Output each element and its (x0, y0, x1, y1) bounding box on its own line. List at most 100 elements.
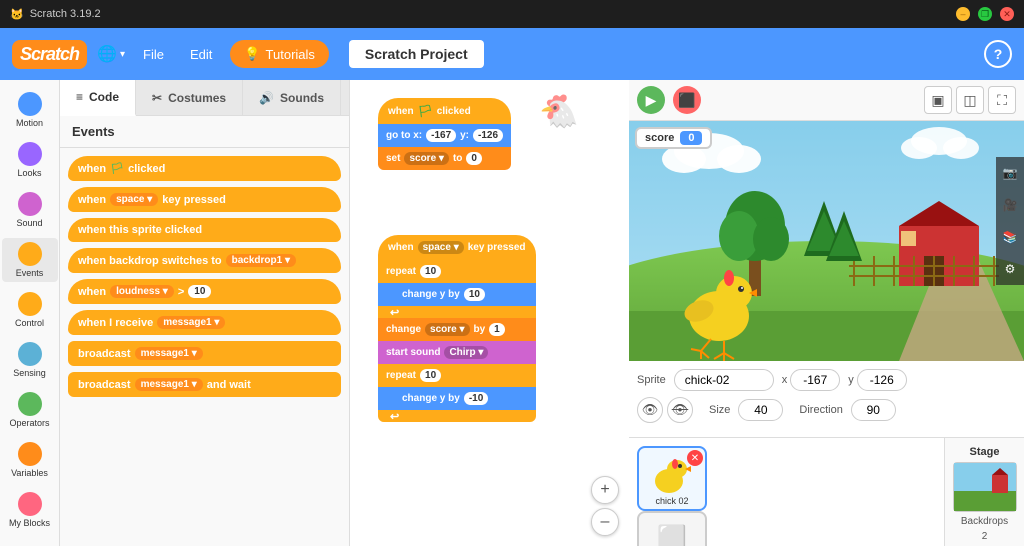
cb-start-sound[interactable]: start sound Chirp ▾ (378, 341, 536, 364)
tutorials-label: Tutorials (266, 47, 315, 62)
nav-bar: Scratch 🌐 ▾ File Edit 💡 Tutorials Scratc… (0, 28, 1024, 80)
category-looks[interactable]: Looks (2, 138, 58, 182)
sprite-thumb-chick[interactable]: ✕ chick 02 (637, 446, 707, 511)
events-dot (18, 242, 42, 266)
tab-costumes[interactable]: ✂ Costumes (136, 80, 243, 115)
sprites-list: ✕ chick 02 ⬜ Game over (629, 438, 944, 546)
category-control[interactable]: Control (2, 288, 58, 332)
block-broadcast[interactable]: broadcast message1 ▾ (68, 341, 341, 366)
tab-code[interactable]: ≡ Code (60, 80, 136, 116)
tts-icon[interactable]: 📚 (996, 221, 1024, 253)
cb-score-by-val[interactable]: 1 (489, 323, 505, 336)
app-name: Scratch 3.19.2 (30, 8, 101, 20)
title-bar: 🐱 Scratch 3.19.2 – ❐ ✕ (0, 0, 1024, 28)
cb-repeat2-val[interactable]: 10 (420, 369, 441, 382)
cb-y-10-val[interactable]: 10 (464, 288, 485, 301)
sprite-thumb-label: chick 02 (655, 496, 688, 506)
category-myblocks[interactable]: My Blocks (2, 488, 58, 532)
lightbulb-icon: 💡 (244, 46, 260, 62)
edit-menu[interactable]: Edit (182, 43, 220, 66)
cb-score-var[interactable]: score ▾ (404, 152, 448, 165)
file-menu[interactable]: File (135, 43, 172, 66)
cb-repeat1-end: ↩ (378, 306, 536, 318)
cb-goto[interactable]: go to x: -167 y: -126 (378, 124, 511, 147)
looks-label: Looks (17, 168, 41, 178)
direction-input[interactable] (851, 399, 896, 421)
motion-dot (18, 92, 42, 116)
stage-small-view-button[interactable]: ▣ (924, 86, 952, 114)
y-input[interactable] (857, 369, 907, 391)
cb-y-neg10-val[interactable]: -10 (464, 392, 488, 405)
hide-sprite-button[interactable]: 👁 (667, 397, 693, 423)
block-when-key[interactable]: when space ▾ key pressed (68, 187, 341, 212)
stage-thumb-image[interactable] (953, 462, 1017, 512)
sprite-x-coord: x (782, 369, 841, 391)
control-label: Control (15, 318, 44, 328)
category-operators[interactable]: Operators (2, 388, 58, 432)
cb-x-val[interactable]: -167 (426, 129, 456, 142)
direction-label: Direction (799, 404, 842, 416)
cb-repeat1[interactable]: repeat 10 (378, 260, 536, 283)
cb-repeat2[interactable]: repeat 10 (378, 364, 536, 387)
block-when-flag[interactable]: when 🏳 clicked (68, 156, 341, 181)
sprite-delete-button[interactable]: ✕ (687, 450, 703, 466)
sprite-y-coord: y (848, 369, 907, 391)
category-sensing[interactable]: Sensing (2, 338, 58, 382)
zoom-out-button[interactable]: – (591, 508, 619, 536)
settings-icon[interactable]: ⚙ (996, 253, 1024, 285)
video-icon[interactable]: 🎥 (996, 189, 1024, 221)
block-when-receive[interactable]: when I receive message1 ▾ (68, 310, 341, 335)
close-button[interactable]: ✕ (1000, 7, 1014, 21)
sprite-thumb-2[interactable]: ⬜ Game over (637, 511, 707, 546)
block-when-backdrop[interactable]: when backdrop switches to backdrop1 ▾ (68, 248, 341, 273)
category-motion[interactable]: Motion (2, 88, 58, 132)
block-when-loudness[interactable]: when loudness ▾ > 10 (68, 279, 341, 304)
zoom-in-button[interactable]: + (591, 476, 619, 504)
cb-when-space[interactable]: when space ▾ key pressed (378, 235, 536, 260)
restore-button[interactable]: ❐ (978, 7, 992, 21)
size-input[interactable] (738, 399, 783, 421)
cb-key-dropdown[interactable]: space ▾ (418, 241, 464, 254)
cb-change-score[interactable]: change score ▾ by 1 (378, 318, 536, 341)
cb-score-val[interactable]: 0 (466, 152, 482, 165)
tab-sounds[interactable]: 🔊 Sounds (243, 80, 341, 115)
category-variables[interactable]: Variables (2, 438, 58, 482)
cb-repeat1-val[interactable]: 10 (420, 265, 441, 278)
block-when-sprite[interactable]: when this sprite clicked (68, 218, 341, 242)
category-sound[interactable]: Sound (2, 188, 58, 232)
code-canvas[interactable]: when 🏳 clicked go to x: -167 y: -126 set… (350, 80, 629, 546)
cb-sound-dropdown[interactable]: Chirp ▾ (444, 346, 488, 359)
block-palette: when 🏳 clicked when space ▾ key pressed … (60, 148, 349, 546)
cb-y-val[interactable]: -126 (473, 129, 503, 142)
tab-bar: ≡ Code ✂ Costumes 🔊 Sounds (60, 80, 349, 116)
show-sprite-button[interactable]: 👁 (637, 397, 663, 423)
category-events[interactable]: Events (2, 238, 58, 282)
cb-when-flag[interactable]: when 🏳 clicked (378, 98, 511, 124)
cb-score-dropdown2[interactable]: score ▾ (425, 323, 469, 336)
sprite-label: Sprite (637, 374, 666, 386)
cb-change-y-neg10[interactable]: change y by -10 (378, 387, 536, 410)
project-title[interactable]: Scratch Project (349, 40, 484, 68)
x-input[interactable] (790, 369, 840, 391)
stage-canvas: score 0 📷 🎥 📚 ⚙ (629, 121, 1024, 361)
globe-icon: 🌐 (97, 44, 117, 64)
tutorials-button[interactable]: 💡 Tutorials (230, 40, 329, 68)
block-broadcast-wait[interactable]: broadcast message1 ▾ and wait (68, 372, 341, 397)
cb-set-score[interactable]: set score ▾ to 0 (378, 147, 511, 170)
y-label: y (848, 374, 854, 386)
minimize-button[interactable]: – (956, 7, 970, 21)
camera-icon[interactable]: 📷 (996, 157, 1024, 189)
stage-controls: ▶ ⬛ ▣ ◫ ⛶ (629, 80, 1024, 121)
stage-large-view-button[interactable]: ◫ (956, 86, 984, 114)
cb-change-y-10[interactable]: change y by 10 (378, 283, 536, 306)
variables-label: Variables (11, 468, 48, 478)
stop-button[interactable]: ⬛ (673, 86, 701, 114)
stage-fullscreen-button[interactable]: ⛶ (988, 86, 1016, 114)
help-button[interactable]: ? (984, 40, 1012, 68)
sprite-name-input[interactable] (674, 369, 774, 391)
green-flag-button[interactable]: ▶ (637, 86, 665, 114)
sounds-tab-label: Sounds (280, 91, 324, 105)
code-tab-label: Code (89, 90, 119, 104)
globe-button[interactable]: 🌐 ▾ (97, 44, 125, 64)
block-categories: Motion Looks Sound Events Control Sensin… (0, 80, 60, 546)
